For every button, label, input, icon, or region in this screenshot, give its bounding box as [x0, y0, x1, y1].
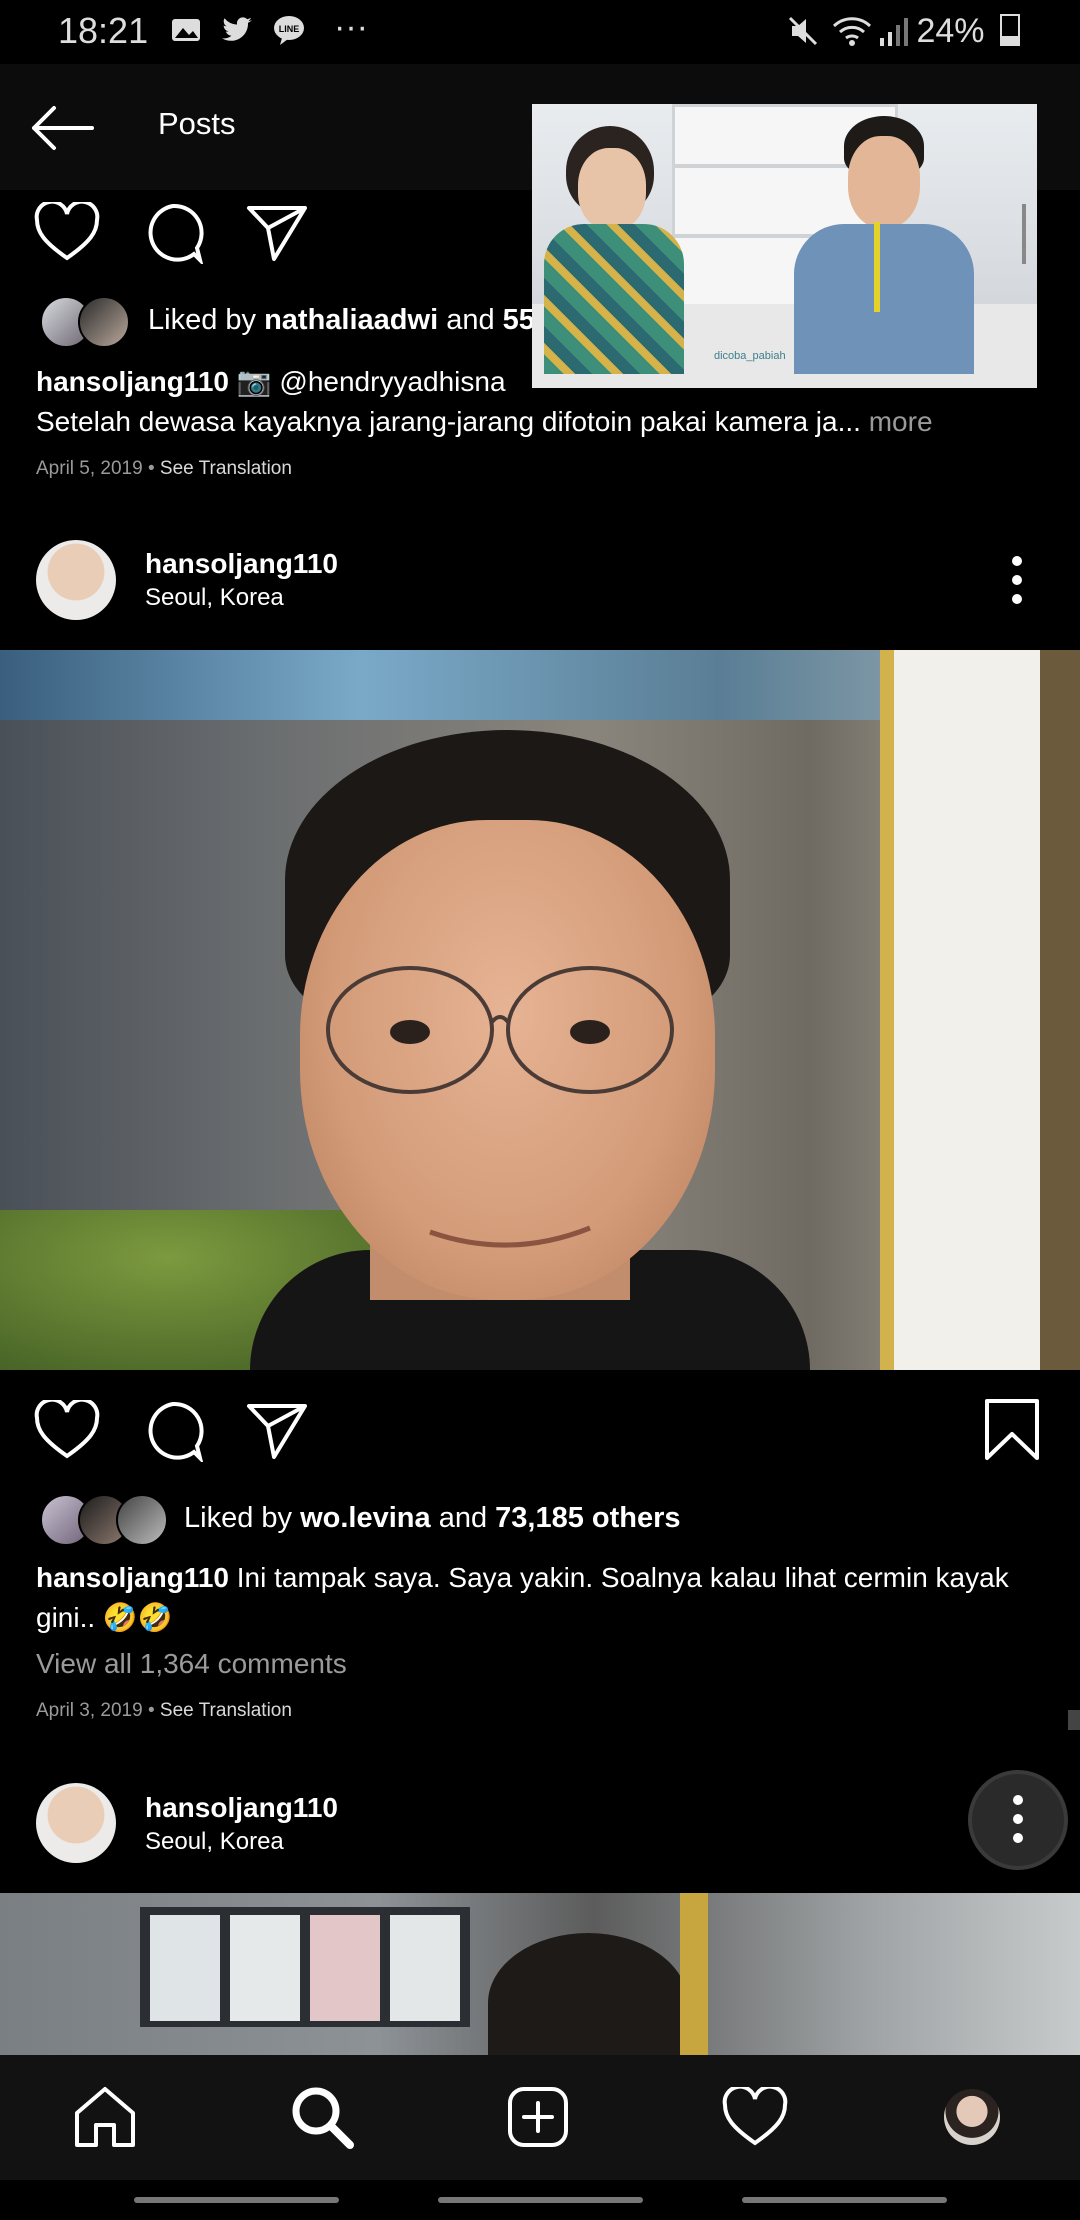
- profile-avatar[interactable]: [944, 2089, 1000, 2145]
- pip-resize-handle[interactable]: [1022, 204, 1026, 264]
- video-person-face: [848, 136, 920, 228]
- system-navigation: [0, 2180, 1080, 2220]
- likes-summary[interactable]: Liked by wo.levina and 73,185 others: [184, 1502, 681, 1535]
- post-date: April 5, 2019 • See Translation: [36, 458, 292, 479]
- avatar: [116, 1494, 168, 1546]
- caption-text: Setelah dewasa kayaknya jarang-jarang di…: [36, 406, 861, 437]
- page-title: Posts: [158, 106, 236, 141]
- twitter-icon: [220, 14, 252, 46]
- post-actions: [0, 1388, 1080, 1478]
- caption-username[interactable]: hansoljang110: [36, 1562, 229, 1593]
- more-vertical-icon[interactable]: [1000, 555, 1034, 610]
- photo-menu-panel: [390, 1915, 460, 2021]
- back-button[interactable]: [742, 2197, 947, 2203]
- post-location[interactable]: Seoul, Korea: [145, 1828, 284, 1856]
- status-time: 18:21: [58, 10, 149, 51]
- picture-in-picture-video[interactable]: dicoba_pabiah: [532, 104, 1037, 388]
- liked-prefix: Liked by: [184, 1502, 293, 1534]
- comment-icon[interactable]: [142, 202, 204, 264]
- photo-smile: [429, 1225, 591, 1248]
- liked-user[interactable]: wo.levina: [300, 1502, 431, 1534]
- camera-emoji-icon: 📷: [236, 366, 272, 397]
- recent-apps-button[interactable]: [134, 2197, 339, 2203]
- photo-glasses: [326, 966, 674, 1094]
- likes-summary[interactable]: Liked by nathaliaadwi and 55,9: [148, 304, 559, 337]
- photo-menu-panel: [150, 1915, 220, 2021]
- video-person-face: [578, 148, 646, 230]
- more-vertical-icon: [1013, 1795, 1023, 1843]
- add-post-icon[interactable]: [506, 2085, 570, 2149]
- liked-and: and: [438, 1502, 488, 1534]
- heart-icon[interactable]: [34, 202, 100, 262]
- more-notifications-icon: ···: [334, 8, 368, 46]
- video-lanyard: [874, 222, 880, 312]
- comment-icon[interactable]: [142, 1400, 204, 1462]
- liked-and: and: [446, 304, 495, 336]
- liker-avatars: [40, 1494, 170, 1546]
- wifi-icon: [832, 14, 872, 46]
- date-text: April 3, 2019: [36, 1700, 143, 1721]
- mute-icon: [786, 14, 818, 46]
- battery-level: 24%: [916, 12, 1020, 51]
- liked-prefix: Liked by: [148, 304, 257, 336]
- heart-icon[interactable]: [722, 2087, 788, 2147]
- photo-frame: [680, 1893, 708, 2055]
- view-comments-link[interactable]: View all 1,364 comments: [36, 1648, 347, 1680]
- search-icon[interactable]: [290, 2085, 354, 2149]
- post-location[interactable]: Seoul, Korea: [145, 584, 284, 612]
- home-button[interactable]: [438, 2197, 643, 2203]
- battery-icon: [1000, 14, 1020, 46]
- home-icon[interactable]: [72, 2085, 138, 2149]
- photo-window: [880, 650, 1080, 1370]
- line-app-icon: LINE: [272, 14, 304, 46]
- post-photo[interactable]: [0, 1893, 1080, 2055]
- heart-icon[interactable]: [34, 1400, 100, 1460]
- post-username[interactable]: hansoljang110: [145, 1792, 338, 1824]
- post-date: April 3, 2019 • See Translation: [36, 1700, 292, 1721]
- back-arrow-icon[interactable]: [30, 104, 94, 157]
- post-photo[interactable]: [0, 650, 1080, 1370]
- post-caption: hansoljang110 Ini tampak saya. Saya yaki…: [36, 1558, 1046, 1638]
- see-translation-link[interactable]: See Translation: [160, 458, 292, 479]
- gallery-icon: [170, 14, 202, 46]
- liked-user[interactable]: nathaliaadwi: [264, 304, 438, 336]
- video-person-shirt: [794, 224, 974, 374]
- bottom-navigation: [0, 2055, 1080, 2180]
- post-caption-text: Setelah dewasa kayaknya jarang-jarang di…: [36, 402, 1046, 442]
- floating-more-button[interactable]: [968, 1770, 1068, 1870]
- post-avatar[interactable]: [36, 1783, 116, 1863]
- avatar: [78, 296, 130, 348]
- signal-icon: [878, 14, 910, 46]
- photo-menu-panel: [230, 1915, 300, 2021]
- more-link[interactable]: more: [869, 406, 933, 437]
- video-person-shirt: [544, 224, 684, 374]
- photo-menu-panel: [310, 1915, 380, 2021]
- photo-hair: [488, 1933, 688, 2055]
- see-translation-link[interactable]: See Translation: [160, 1700, 292, 1721]
- caption-username[interactable]: hansoljang110: [36, 366, 229, 397]
- liker-avatars: [40, 296, 130, 348]
- date-text: April 5, 2019: [36, 458, 143, 479]
- video-watermark: dicoba_pabiah: [714, 350, 786, 362]
- paper-plane-icon[interactable]: [246, 1402, 308, 1460]
- svg-text:LINE: LINE: [279, 24, 300, 34]
- post-username[interactable]: hansoljang110: [145, 548, 338, 580]
- post-avatar[interactable]: [36, 540, 116, 620]
- scrollbar[interactable]: [1068, 1710, 1080, 1730]
- bookmark-icon[interactable]: [984, 1398, 1040, 1462]
- liked-count[interactable]: 73,185 others: [495, 1502, 680, 1534]
- paper-plane-icon[interactable]: [246, 204, 308, 262]
- caption-mention[interactable]: @hendryyadhisna: [279, 366, 505, 397]
- status-bar: 18:21 LINE ··· 24%: [0, 0, 1080, 64]
